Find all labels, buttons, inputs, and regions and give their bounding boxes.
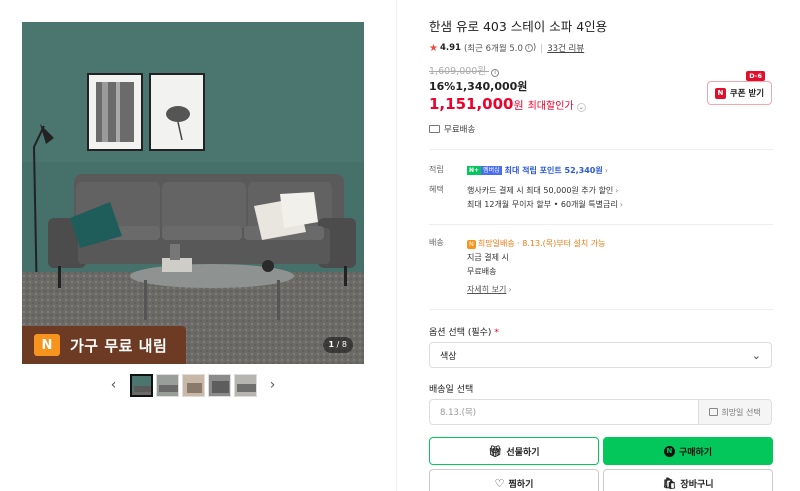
date-pick-button[interactable]: 희망일 선택	[698, 400, 771, 424]
chevron-right-icon[interactable]: ›	[266, 375, 280, 395]
date-pick-label: 희망일 선택	[721, 407, 761, 417]
thumbnail-1[interactable]	[129, 373, 153, 397]
wish-label: 찜하기	[508, 479, 534, 490]
section-divider	[429, 149, 773, 150]
date-placeholder: 8.13.(목)	[440, 408, 477, 418]
truck-icon	[429, 125, 440, 133]
star-icon: ★	[429, 42, 438, 54]
section-divider	[429, 224, 773, 225]
membership-tag: 멤버십	[481, 166, 502, 175]
section-divider	[429, 309, 773, 310]
chevron-right-icon: ›	[604, 166, 608, 175]
buy-button[interactable]: N 구매하기	[603, 437, 773, 465]
calendar-icon	[709, 408, 719, 416]
sofa-photo-image	[22, 22, 364, 364]
discount-price: 1,340,000원	[455, 80, 528, 93]
naver-n-icon: N	[714, 87, 726, 99]
wish-delivery-icon: N	[467, 240, 476, 249]
required-mark: *	[494, 328, 499, 338]
original-price-row: 1,609,000원 i	[429, 63, 773, 77]
n-truck-icon: N	[34, 334, 60, 356]
counter-total: / 8	[336, 340, 347, 349]
thumbnail-4[interactable]	[207, 373, 231, 397]
divider	[541, 43, 543, 53]
shipping-row: 무료배송	[429, 123, 773, 135]
gift-label: 선물하기	[506, 447, 540, 458]
wish-delivery-info: N 희망일배송 · 8.13.(목)부터 설치 가능	[467, 237, 606, 251]
npay-membership-icon: N+ 멤버십	[467, 166, 502, 175]
column-divider	[396, 0, 397, 491]
date-label: 배송일 선택	[429, 385, 474, 395]
delivery-section: 배송 N 희망일배송 · 8.13.(목)부터 설치 가능 지금 결제 시 무료배…	[429, 237, 773, 297]
thumbnail-3[interactable]	[181, 373, 205, 397]
wish-delivery-text: 희망일배송 · 8.13.(목)부터 설치 가능	[477, 239, 606, 248]
counter-current: 1	[328, 340, 335, 349]
review-link[interactable]: 33건 리뷰	[547, 42, 584, 54]
heart-icon: ♡	[494, 476, 505, 490]
info-icon[interactable]: i	[524, 44, 533, 52]
product-info: 한샘 유로 403 스테이 소파 4인용 ★ 4.91 (최근 6개월 5.0 …	[429, 18, 773, 491]
gift-button[interactable]: 🎁︎ 선물하기	[429, 437, 599, 465]
cart-button[interactable]: 🛍︎ 장바구니	[603, 469, 773, 491]
coupon-label: 쿠폰 받기	[729, 89, 765, 99]
rating-score: 4.91	[439, 43, 461, 53]
chevron-right-icon: ›	[508, 285, 512, 294]
original-price: 1,609,000원	[429, 66, 487, 77]
option-label-text: 옵션 선택 (필수)	[429, 328, 492, 338]
chevron-right-icon: ›	[619, 200, 623, 209]
rating-note-end: )	[532, 43, 537, 53]
free-delivery-badge: N 가구 무료 내림	[22, 326, 186, 364]
final-price: 1,151,000	[429, 95, 514, 113]
benefit-1-text: 행사카드 결제 시 최대 50,000원 추가 할인	[467, 186, 614, 195]
benefit-installment[interactable]: 최대 12개월 무이자 할부 • 60개월 특별금리 ›	[467, 198, 623, 212]
product-title: 한샘 유로 403 스테이 소파 4인용	[429, 19, 608, 34]
max-discount-label[interactable]: 최대할인가	[528, 97, 574, 112]
benefit-card-discount[interactable]: 행사카드 결제 시 최대 50,000원 추가 할인 ›	[467, 184, 623, 198]
color-select[interactable]: 색상 ⌄	[429, 342, 772, 368]
thumbnail-strip: ‹ ›	[22, 373, 364, 397]
more-link[interactable]: 자세히 보기 ›	[467, 283, 606, 297]
chevron-down-icon[interactable]: ⌄	[576, 103, 586, 112]
option-label: 옵션 선택 (필수) *	[429, 325, 773, 338]
points-label: 적립	[429, 165, 444, 174]
discount-rate: 16%	[429, 80, 456, 93]
buy-label: 구매하기	[678, 447, 713, 458]
points-link[interactable]: 최대 적립 포인트 52,340원	[505, 166, 603, 175]
delivery-date-field[interactable]: 8.13.(목) 희망일 선택	[429, 399, 772, 425]
delivery-label: 배송	[429, 238, 444, 247]
delivery-line-2: 지금 결제 시	[467, 253, 509, 262]
thumbnail-5[interactable]	[233, 373, 257, 397]
points-value[interactable]: N+ 멤버십 최대 적립 포인트 52,340원 ›	[467, 164, 608, 178]
delivery-line-3: 무료배송	[467, 267, 497, 276]
npay-tag: N+	[467, 166, 482, 175]
secondary-actions: ♡ 찜하기 🛍︎ 장바구니	[429, 469, 773, 491]
chevron-right-icon: ›	[615, 186, 619, 195]
chevron-down-icon: ⌄	[751, 348, 761, 362]
rating-note: (최근 6개월 5.0	[463, 44, 523, 54]
naver-pay-icon: N	[663, 445, 675, 457]
chevron-left-icon[interactable]: ‹	[107, 375, 121, 395]
points-section: 적립 N+ 멤버십 최대 적립 포인트 52,340원 ›	[429, 164, 773, 178]
gift-icon: 🎁︎	[488, 444, 503, 458]
benefit-2-text: 최대 12개월 무이자 할부 • 60개월 특별금리	[467, 200, 618, 209]
free-delivery-text: 가구 무료 내림	[70, 336, 168, 355]
primary-actions: 🎁︎ 선물하기 N 구매하기	[429, 437, 773, 465]
rating-row: ★ 4.91 (최근 6개월 5.0 i ) 33건 리뷰	[429, 42, 773, 55]
cart-label: 장바구니	[680, 479, 714, 490]
benefits-label: 혜택	[429, 185, 444, 194]
price-info-icon[interactable]: i	[491, 69, 500, 77]
wish-button[interactable]: ♡ 찜하기	[429, 469, 599, 491]
dday-badge: D-6	[746, 71, 765, 81]
select-value: 색상	[440, 351, 457, 362]
more-link-text[interactable]: 자세히 보기	[467, 285, 506, 294]
main-product-photo[interactable]: N 가구 무료 내림 1 / 8	[22, 22, 364, 364]
thumbnail-2[interactable]	[155, 373, 179, 397]
photo-counter: 1 / 8	[322, 337, 353, 353]
benefits-section: 혜택 행사카드 결제 시 최대 50,000원 추가 할인 › 최대 12개월 무…	[429, 184, 773, 212]
cart-icon: 🛍︎	[662, 476, 677, 490]
coupon-button[interactable]: D-6 N 쿠폰 받기	[707, 71, 772, 105]
final-price-unit: 원	[513, 99, 524, 112]
shipping-text: 무료배송	[444, 125, 476, 135]
product-gallery: N 가구 무료 내림 1 / 8 ‹ ›	[22, 22, 364, 397]
